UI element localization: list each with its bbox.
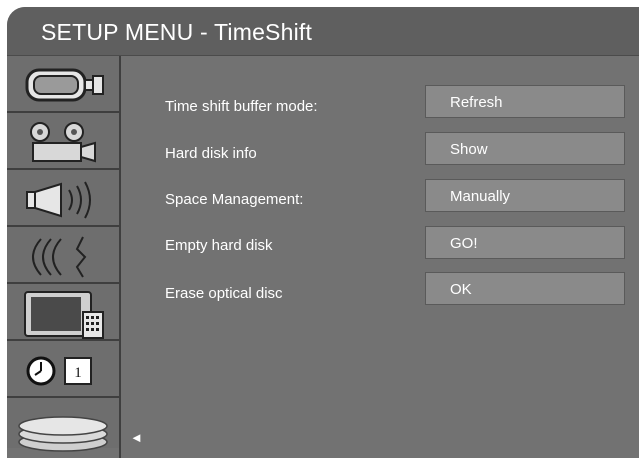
signal-waves-icon bbox=[32, 236, 87, 278]
sidebar-item-signal[interactable] bbox=[7, 227, 119, 284]
sidebar-item-timeshift[interactable] bbox=[7, 398, 119, 452]
option-label-buffer-mode: Time shift buffer mode: bbox=[165, 98, 318, 115]
sidebar-item-video[interactable] bbox=[7, 56, 119, 113]
buffer-mode-value[interactable]: Refresh bbox=[425, 85, 625, 118]
hard-disk-info-value[interactable]: Show bbox=[425, 132, 625, 165]
sidebar-item-clock[interactable]: 1 bbox=[7, 341, 119, 398]
sidebar-item-playback[interactable] bbox=[7, 113, 119, 170]
erase-optical-disc-button[interactable]: OK bbox=[425, 272, 625, 305]
speaker-icon bbox=[26, 181, 91, 219]
title-bar: SETUP MENU - TimeShift bbox=[7, 7, 639, 56]
option-label-erase-optical-disc: Erase optical disc bbox=[165, 285, 283, 302]
sidebar-item-audio[interactable] bbox=[7, 170, 119, 227]
tv-remote-icon bbox=[24, 291, 104, 339]
camcorder-icon bbox=[25, 68, 104, 102]
empty-hard-disk-button[interactable]: GO! bbox=[425, 226, 625, 259]
film-projector-icon bbox=[30, 122, 96, 163]
sidebar-item-display[interactable] bbox=[7, 284, 119, 341]
clock-badge: 1 bbox=[74, 365, 82, 381]
setup-menu-screen: SETUP MENU - TimeShift 1 ◄ Time shift bu… bbox=[7, 7, 639, 458]
disc-stack-icon bbox=[18, 416, 108, 452]
selected-arrow-icon: ◄ bbox=[130, 430, 143, 445]
option-label-hard-disk-info: Hard disk info bbox=[165, 145, 257, 162]
option-label-space-management: Space Management: bbox=[165, 191, 304, 208]
menu-title: SETUP MENU - TimeShift bbox=[41, 19, 313, 45]
category-sidebar: 1 bbox=[7, 56, 121, 458]
option-label-empty-hard-disk: Empty hard disk bbox=[165, 237, 273, 254]
clock-icon: 1 bbox=[26, 356, 92, 386]
space-management-value[interactable]: Manually bbox=[425, 179, 625, 212]
